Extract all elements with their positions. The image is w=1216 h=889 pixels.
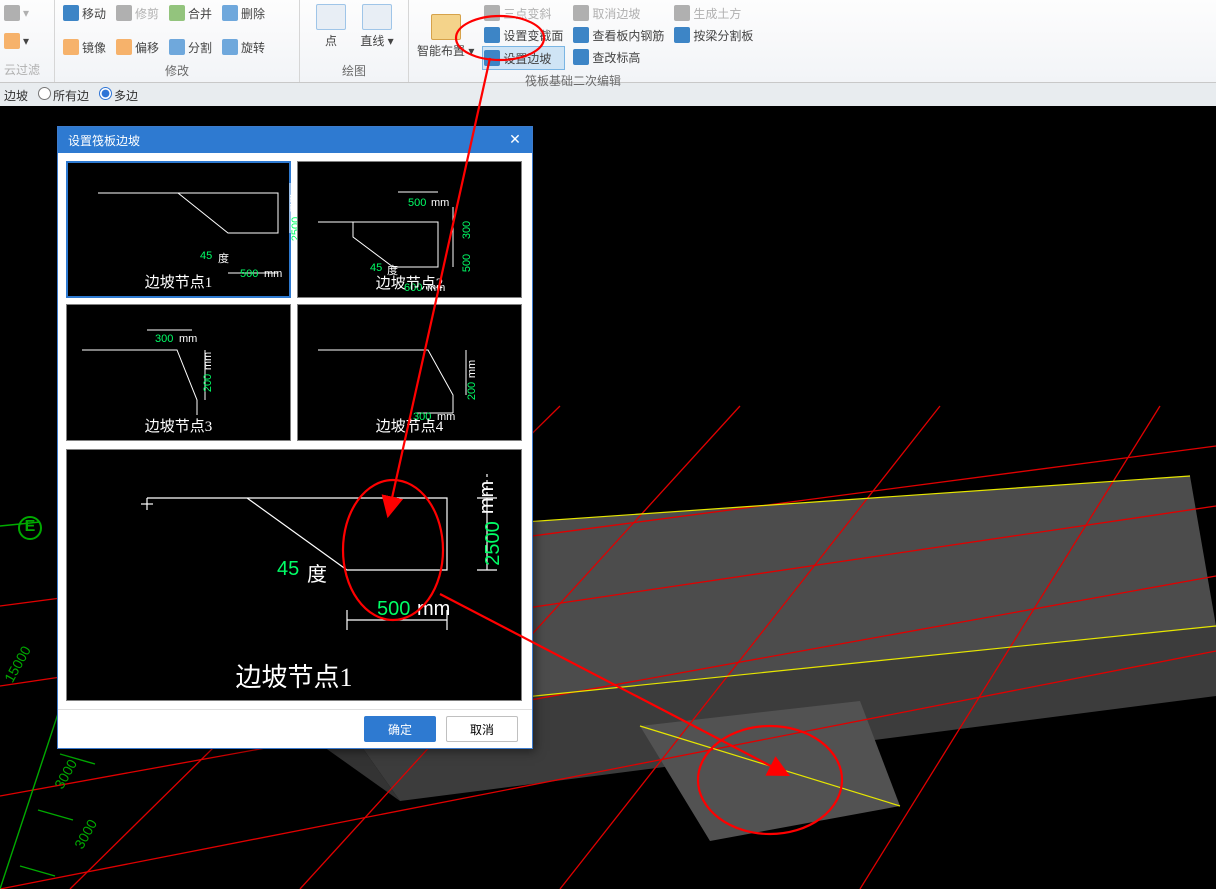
raft-设置边坡[interactable]: 设置边坡 [482, 46, 565, 70]
radio-all-edges[interactable]: 所有边 [34, 87, 89, 104]
ribbon-group-draw: 点 直线 ▾ 绘图 [300, 0, 409, 82]
raft-生成土方[interactable]: 生成土方 [672, 2, 755, 24]
modify-偏移[interactable]: 偏移 [114, 36, 161, 58]
smart-layout-button[interactable]: 智能布置 ▾ [415, 2, 476, 70]
ribbon-group-raft: 智能布置 ▾ 三点变斜设置变截面设置边坡 取消边坡查看板内钢筋查改标高 生成土方… [409, 0, 1216, 82]
slope-settings-dialog: 设置筏板边坡 ✕ 45度500mm2500mm边坡节点145度500mm600m… [57, 126, 533, 749]
toolbar-item[interactable]: ▾ [2, 2, 42, 24]
modify-合并[interactable]: 合并 [167, 2, 214, 24]
cloud-save-button[interactable]: ▾ [2, 30, 42, 52]
radio-multi-edges[interactable]: 多边 [95, 87, 138, 104]
point-tool-button[interactable]: 点 [311, 2, 351, 51]
raft-三点变斜[interactable]: 三点变斜 [482, 2, 565, 24]
slope-preview: 边坡节点1 45度500mm2500mm [66, 449, 522, 701]
ok-button[interactable]: 确定 [364, 716, 436, 742]
raft-设置变截面[interactable]: 设置变截面 [482, 24, 565, 46]
modify-修剪[interactable]: 修剪 [114, 2, 161, 24]
modify-删除[interactable]: 删除 [220, 2, 267, 24]
close-icon[interactable]: ✕ [502, 129, 528, 151]
line-tool-button[interactable]: 直线 ▾ [357, 2, 397, 51]
ribbon-group-modify: 移动修剪合并删除镜像偏移分割旋转 修改 [55, 0, 300, 82]
raft-取消边坡[interactable]: 取消边坡 [571, 2, 666, 24]
cloud-filter-button[interactable]: 云过滤 [2, 58, 42, 80]
slope-thumb-2[interactable]: 45度500mm600mm300500边坡节点2 [297, 161, 522, 298]
dialog-title: 设置筏板边坡 [68, 132, 140, 149]
modify-旋转[interactable]: 旋转 [220, 36, 267, 58]
modify-移动[interactable]: 移动 [61, 2, 108, 24]
axis-label-e: E [18, 516, 42, 540]
raft-按梁分割板[interactable]: 按梁分割板 [672, 24, 755, 46]
raft-查看板内钢筋[interactable]: 查看板内钢筋 [571, 24, 666, 46]
radio-all-edges-input[interactable] [38, 87, 51, 100]
slope-thumb-1[interactable]: 45度500mm2500mm边坡节点1 [66, 161, 291, 298]
dialog-titlebar[interactable]: 设置筏板边坡 ✕ [58, 127, 532, 153]
raft-查改标高[interactable]: 查改标高 [571, 46, 666, 68]
slope-thumb-3[interactable]: 300mm200mm边坡节点3 [66, 304, 291, 441]
modify-镜像[interactable]: 镜像 [61, 36, 108, 58]
modify-分割[interactable]: 分割 [167, 36, 214, 58]
slope-thumb-4[interactable]: 300mm200mm边坡节点4 [297, 304, 522, 441]
cancel-button[interactable]: 取消 [446, 716, 518, 742]
group-label: 修改 [61, 60, 293, 82]
ribbon: ▾ ▾ 云过滤 移动修剪合并删除镜像偏移分割旋转 修改 点 直线 ▾ 绘图 智能… [0, 0, 1216, 83]
preview-caption: 边坡节点1 [67, 657, 521, 694]
slope-type-thumbnails: 45度500mm2500mm边坡节点145度500mm600mm300500边坡… [66, 161, 524, 441]
radio-multi-edges-input[interactable] [99, 87, 112, 100]
